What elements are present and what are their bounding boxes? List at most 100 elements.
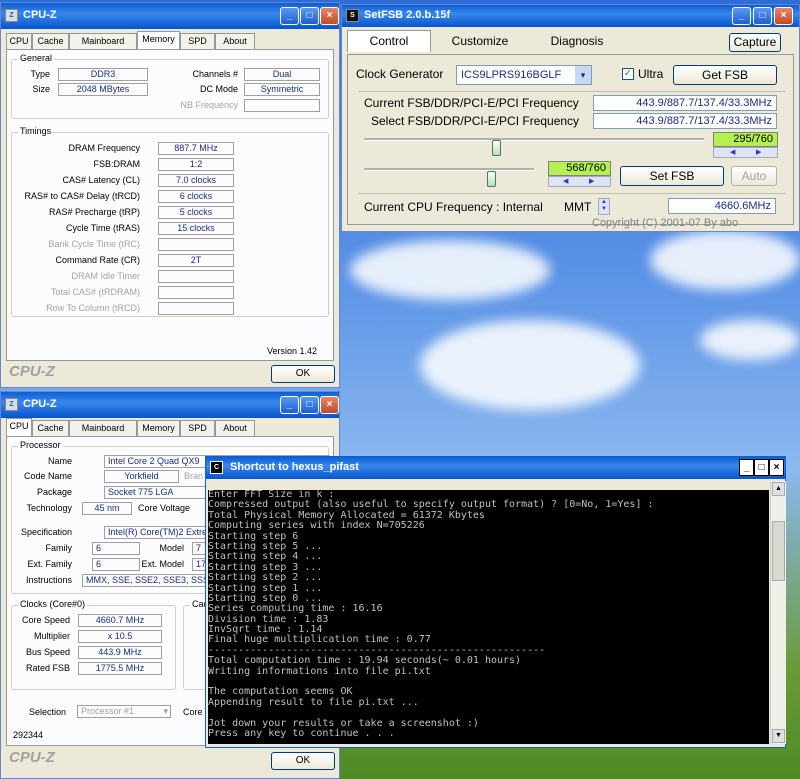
timing-value [158,286,234,299]
maximize-button[interactable]: □ [300,396,319,414]
console-titlebar[interactable]: C Shortcut to hexus_pifast _ □ × [206,457,785,479]
chevron-down-icon: ▾ [575,66,591,84]
multiplier-value: x 10.5 [78,630,162,643]
close-button[interactable]: × [769,459,784,476]
minimize-button[interactable]: _ [280,396,299,414]
timing-label: Bank Cycle Time (tRC) [48,239,140,249]
tab-spd[interactable]: SPD [180,33,215,49]
ratedfsb-label: Rated FSB [25,663,70,673]
general-group: General Type DDR3 Size 2048 MBytes Chann… [11,53,329,119]
scroll-thumb[interactable] [772,521,785,581]
cpu-freq-value: 4660.6MHz [668,198,776,214]
maximize-button[interactable]: □ [753,7,772,25]
nbfreq-value [244,99,320,112]
close-button[interactable]: × [320,7,339,25]
close-button[interactable]: × [774,7,793,25]
pcie-slider-arrows[interactable]: ◀ ▶ [548,176,611,187]
tab-diagnosis[interactable]: Diagnosis [527,32,627,52]
scroll-down-icon[interactable]: ▼ [772,729,785,743]
setfsb-titlebar[interactable]: S SetFSB 2.0.b.15f _ □ × [342,5,799,27]
window-title: CPU-Z [23,398,57,410]
window-title: Shortcut to hexus_pifast [230,461,359,473]
channels-value: Dual [244,68,320,81]
mode-spinner[interactable]: ▲ ▼ [598,198,610,215]
ok-button[interactable]: OK [271,752,335,770]
right-arrow-icon[interactable]: ▶ [756,148,761,157]
corespeed-value: 4660.7 MHz [78,614,162,627]
left-arrow-icon[interactable]: ◀ [563,177,568,186]
timing-label: RAS# to CAS# Delay (tRCD) [24,191,140,201]
auto-button[interactable]: Auto [731,166,777,186]
timing-label: Cycle Time (tRAS) [65,223,140,233]
minimize-button[interactable]: _ [739,459,754,476]
cpu-freq-mode: MMT [564,200,592,214]
cpuz-app-icon: Z [5,398,18,411]
timing-value [158,270,234,283]
clockgen-select[interactable]: ICS9LPRS916BGLF ▾ [456,65,592,85]
get-fsb-button[interactable]: Get FSB [673,65,777,85]
tab-about[interactable]: About [215,33,255,49]
timing-value: 6 clocks [158,190,234,203]
busspeed-value: 443.9 MHz [78,646,162,659]
close-button[interactable]: × [320,396,339,414]
set-fsb-button[interactable]: Set FSB [620,166,724,186]
ok-button[interactable]: OK [271,365,335,383]
cpuz-cpu-titlebar[interactable]: Z CPU-Z _ □ × [1,392,339,418]
scroll-up-icon[interactable]: ▲ [772,482,785,496]
tab-mainboard[interactable]: Mainboard [69,420,137,436]
processor-select[interactable]: Processor #1 ▾ [77,705,171,718]
cpuz-brand-logo: CPU-Z [9,749,55,766]
console-icon: C [210,461,223,474]
maximize-button[interactable]: □ [300,7,319,25]
timing-label: FSB:DRAM [93,159,140,169]
cpuz-memory-titlebar[interactable]: Z CPU-Z _ □ × [1,3,339,29]
cloud [420,320,640,410]
fsb-slider-arrows[interactable]: ◀ ▶ [713,147,778,158]
type-label: Type [30,69,50,79]
console-scrollbar[interactable]: ▲ ▼ [770,481,786,744]
minimize-button[interactable]: _ [732,7,751,25]
tab-customize[interactable]: Customize [433,32,527,52]
dcmode-label: DC Mode [199,84,238,94]
tab-cache[interactable]: Cache [32,420,69,436]
pcie-slider-track[interactable] [364,168,534,171]
instructions-label: Instructions [25,575,72,585]
tab-control[interactable]: Control [347,30,431,52]
window-title: CPU-Z [23,9,57,21]
selection-label: Selection [29,707,67,717]
setfsb-app-icon: S [346,9,359,22]
cloud [700,320,800,360]
channels-label: Channels # [192,69,238,79]
control-panel: Clock Generator ICS9LPRS916BGLF ▾ ✓ Ultra… [347,54,794,225]
tab-cpu[interactable]: CPU [6,33,32,49]
pcie-slider-thumb[interactable] [486,171,496,187]
version-label: Version 1.42 [267,346,318,356]
left-arrow-icon[interactable]: ◀ [730,148,735,157]
fsb-slider-track[interactable] [364,138,704,141]
corevoltage-label: Core Voltage [138,503,191,513]
tab-spd[interactable]: SPD [180,420,215,436]
timings-group: Timings DRAM Frequency 887.7 MHz FSB:DRAM 1… [11,126,329,317]
multiplier-label: Multiplier [33,631,70,641]
extmodel-label: Ext. Model [141,559,184,569]
tab-cpu[interactable]: CPU [6,418,32,436]
timing-value: 7.0 clocks [158,174,234,187]
tab-about[interactable]: About [215,420,255,436]
cpuid-value: 292344 [13,730,44,740]
group-title: Clocks (Core#0) [18,599,88,609]
maximize-button[interactable]: □ [754,459,769,476]
select-freq-label: Select FSB/DDR/PCI-E/PCI Frequency [371,114,580,128]
tab-cache[interactable]: Cache [32,33,69,49]
console-line: Writing informations into file pi.txt [208,665,431,677]
tab-memory[interactable]: Memory [137,31,180,49]
ultra-checkbox[interactable]: ✓ [622,68,634,80]
fsb-slider-thumb[interactable] [491,140,501,156]
console-line: Starting step 2 ... [208,572,323,584]
right-arrow-icon[interactable]: ▶ [589,177,594,186]
console-output[interactable]: Enter FFT Size in k : Compressed output (… [208,489,769,744]
tab-mainboard[interactable]: Mainboard [69,33,137,49]
tab-memory[interactable]: Memory [137,420,180,436]
fsb-slider-value: 295/760 [713,132,778,147]
capture-button[interactable]: Capture [729,33,781,52]
minimize-button[interactable]: _ [280,7,299,25]
